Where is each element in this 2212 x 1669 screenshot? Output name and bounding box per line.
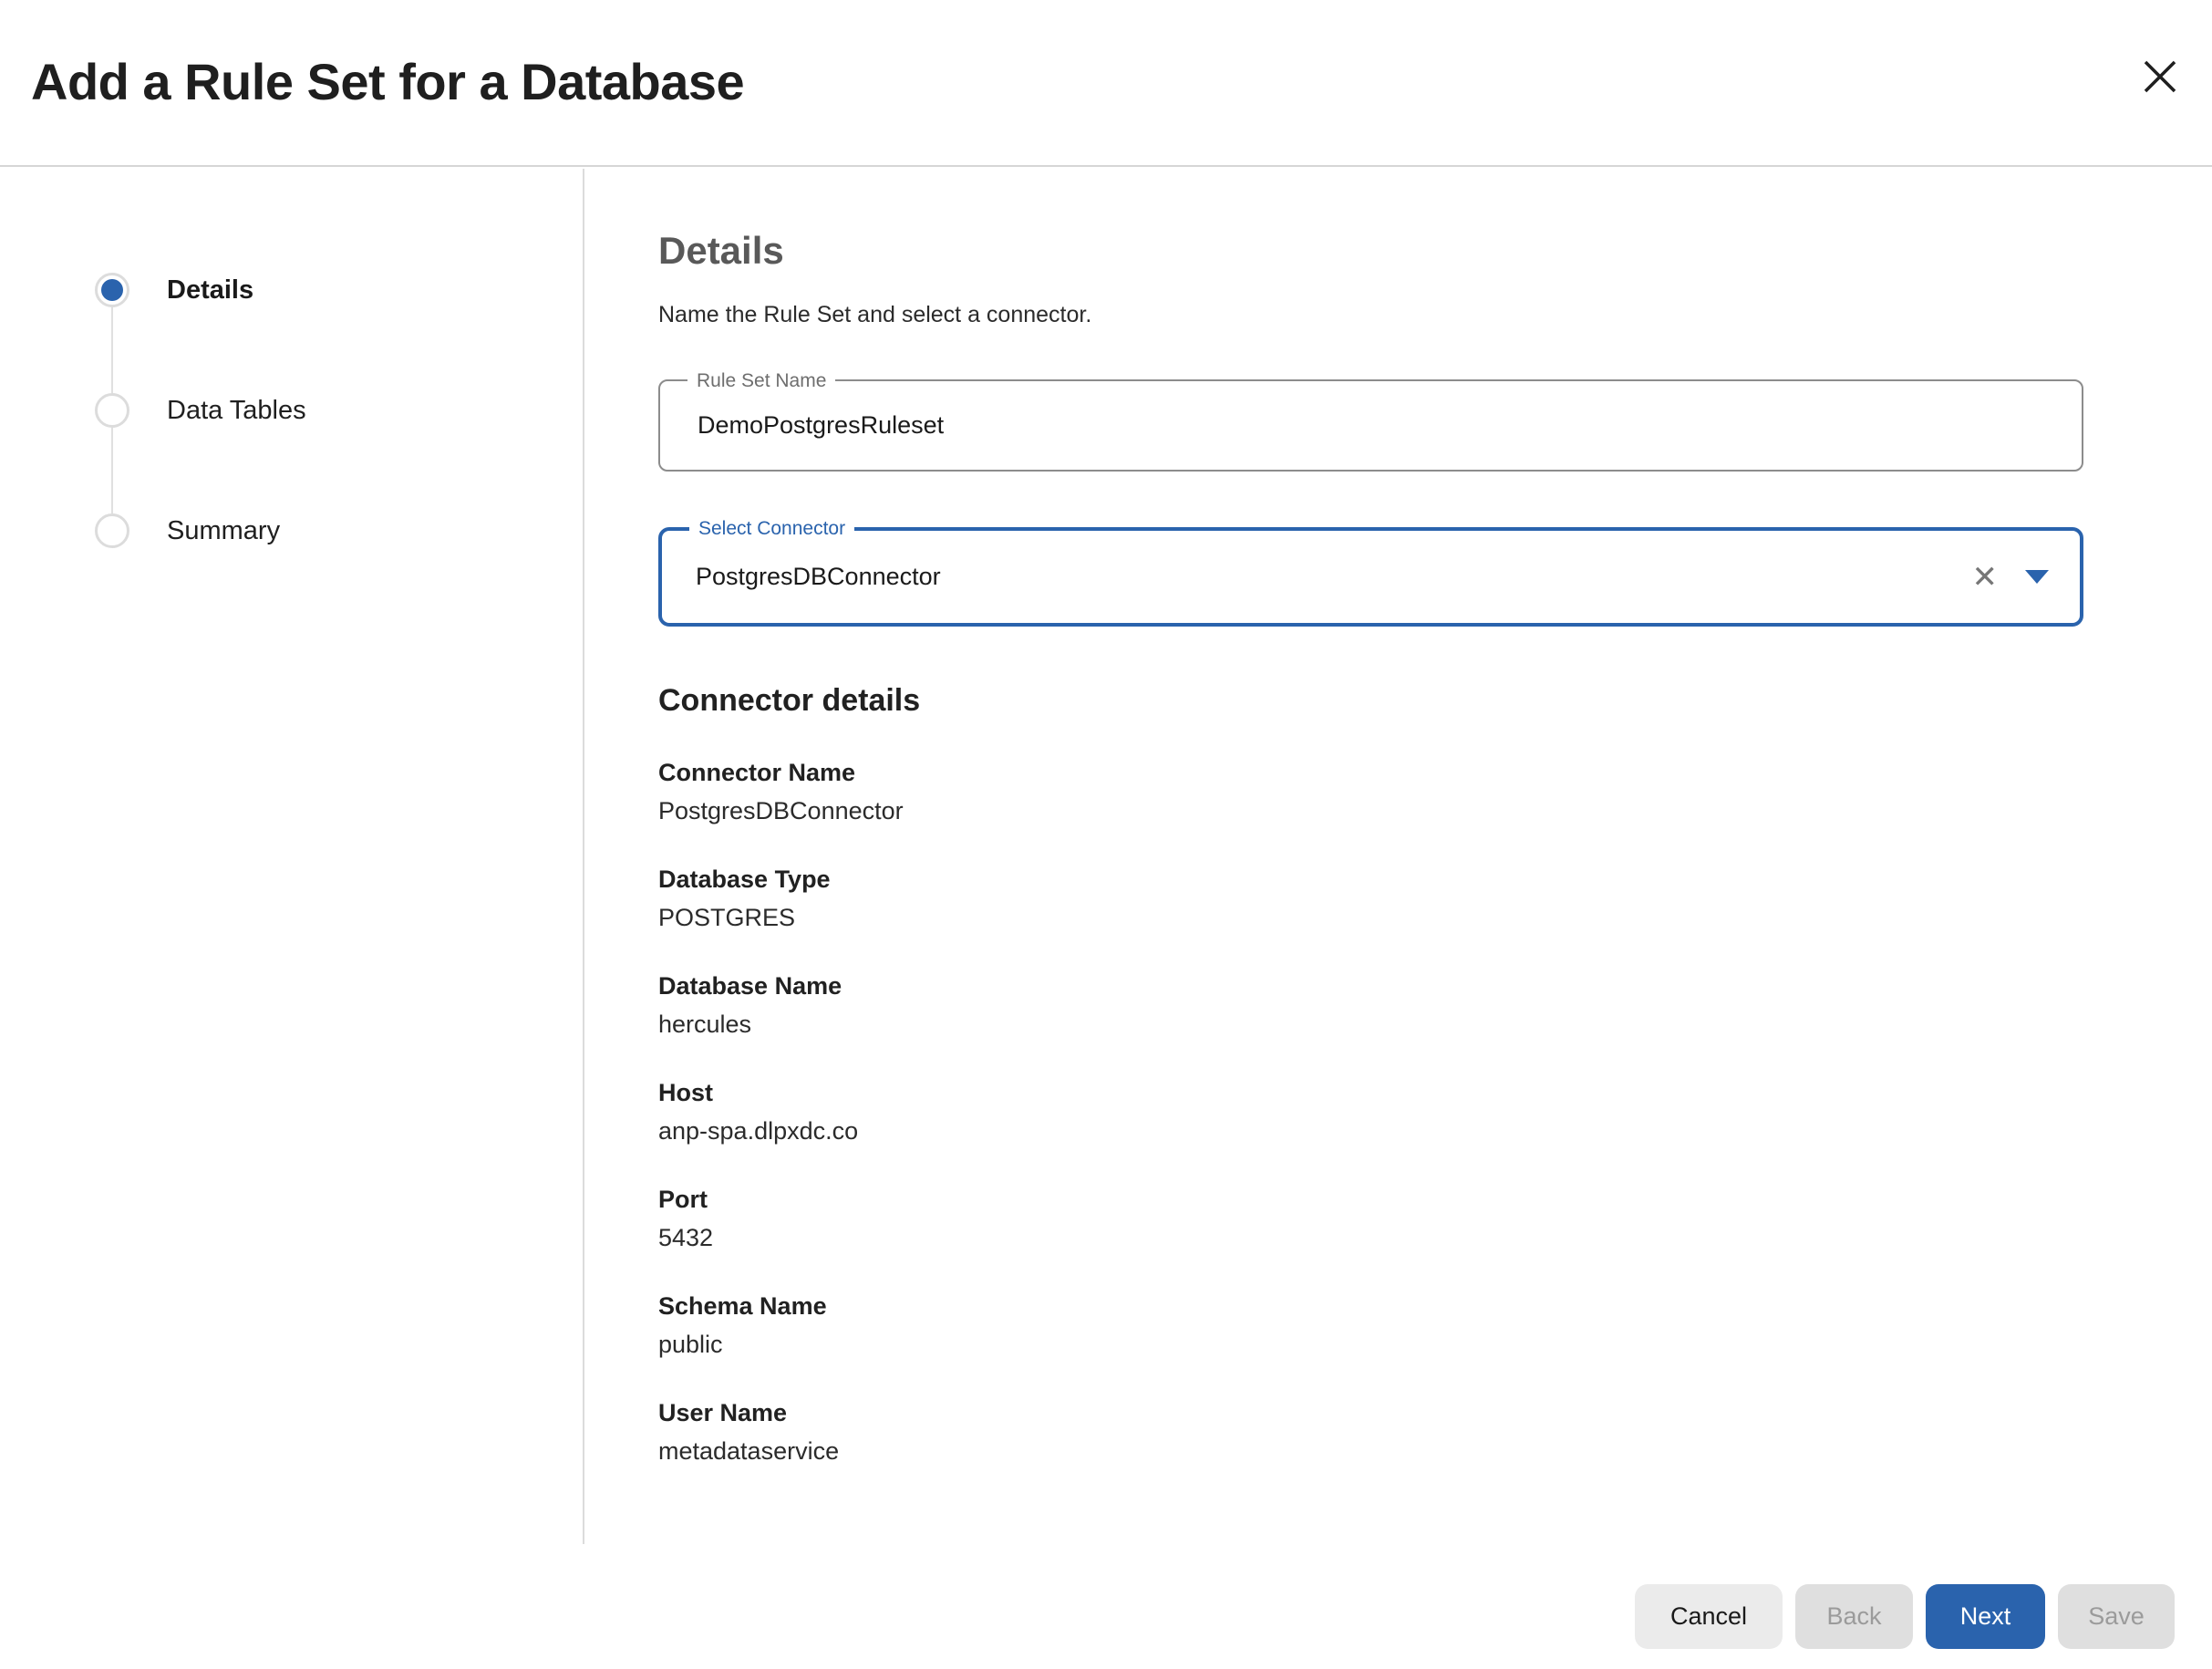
detail-value: hercules	[658, 1005, 2083, 1043]
step-connector-line	[111, 428, 113, 513]
step-empty-circle-icon	[95, 513, 129, 548]
connector-details-heading: Connector details	[658, 683, 2083, 719]
close-icon	[2142, 58, 2178, 98]
detail-item-database-type: Database Type POSTGRES	[658, 860, 2083, 937]
detail-item-database-name: Database Name hercules	[658, 967, 2083, 1043]
detail-label: User Name	[658, 1394, 2083, 1432]
step-connector-line	[111, 307, 113, 393]
detail-label: Database Type	[658, 860, 2083, 898]
detail-value: 5432	[658, 1218, 2083, 1257]
page-title: Details	[658, 229, 2083, 273]
stepper-item-summary[interactable]: Summary	[95, 513, 280, 548]
rule-set-name-field: Rule Set Name	[658, 379, 2083, 472]
detail-item-schema-name: Schema Name public	[658, 1287, 2083, 1363]
save-button[interactable]: Save	[2058, 1584, 2175, 1649]
dialog-title: Add a Rule Set for a Database	[31, 52, 744, 111]
back-button[interactable]: Back	[1795, 1584, 1913, 1649]
detail-item-host: Host anp-spa.dlpxdc.co	[658, 1073, 2083, 1150]
select-connector-field[interactable]: Select Connector PostgresDBConnector ✕	[658, 527, 2083, 627]
select-connector-value: PostgresDBConnector	[662, 563, 1972, 591]
rule-set-name-label: Rule Set Name	[687, 368, 835, 395]
step-label: Details	[167, 275, 253, 306]
detail-label: Database Name	[658, 967, 2083, 1005]
page-subtitle: Name the Rule Set and select a connector…	[658, 302, 2083, 328]
cancel-button[interactable]: Cancel	[1635, 1584, 1783, 1649]
detail-item-user-name: User Name metadataservice	[658, 1394, 2083, 1470]
detail-item-connector-name: Connector Name PostgresDBConnector	[658, 753, 2083, 830]
close-button[interactable]	[2135, 53, 2185, 102]
dialog-header: Add a Rule Set for a Database	[0, 0, 2212, 167]
detail-label: Connector Name	[658, 753, 2083, 792]
detail-label: Schema Name	[658, 1287, 2083, 1325]
stepper-item-data-tables[interactable]: Data Tables	[95, 393, 306, 428]
detail-label: Host	[658, 1073, 2083, 1112]
connector-details-list: Connector Name PostgresDBConnector Datab…	[658, 753, 2083, 1470]
rule-set-name-input[interactable]	[660, 381, 2082, 470]
next-button[interactable]: Next	[1926, 1584, 2045, 1649]
step-label: Data Tables	[167, 396, 306, 426]
clear-selection-icon[interactable]: ✕	[1972, 562, 1999, 593]
detail-value: metadataservice	[658, 1432, 2083, 1470]
dropdown-caret-icon[interactable]	[2025, 570, 2049, 584]
vertical-divider	[583, 169, 584, 1544]
step-empty-circle-icon	[95, 393, 129, 428]
stepper-item-details[interactable]: Details	[95, 273, 253, 307]
step-active-dot-icon	[95, 273, 129, 307]
details-step-panel: Details Name the Rule Set and select a c…	[658, 169, 2083, 1500]
detail-item-port: Port 5432	[658, 1180, 2083, 1257]
detail-value: public	[658, 1325, 2083, 1363]
caret-shape	[2025, 570, 2049, 584]
dialog-actions: Cancel Back Next Save	[1635, 1584, 2175, 1649]
detail-label: Port	[658, 1180, 2083, 1218]
detail-value: POSTGRES	[658, 898, 2083, 937]
select-connector-label: Select Connector	[689, 515, 854, 543]
detail-value: anp-spa.dlpxdc.co	[658, 1112, 2083, 1150]
detail-value: PostgresDBConnector	[658, 792, 2083, 830]
wizard-stepper: Details Data Tables Summary	[0, 169, 583, 1544]
step-label: Summary	[167, 516, 280, 546]
